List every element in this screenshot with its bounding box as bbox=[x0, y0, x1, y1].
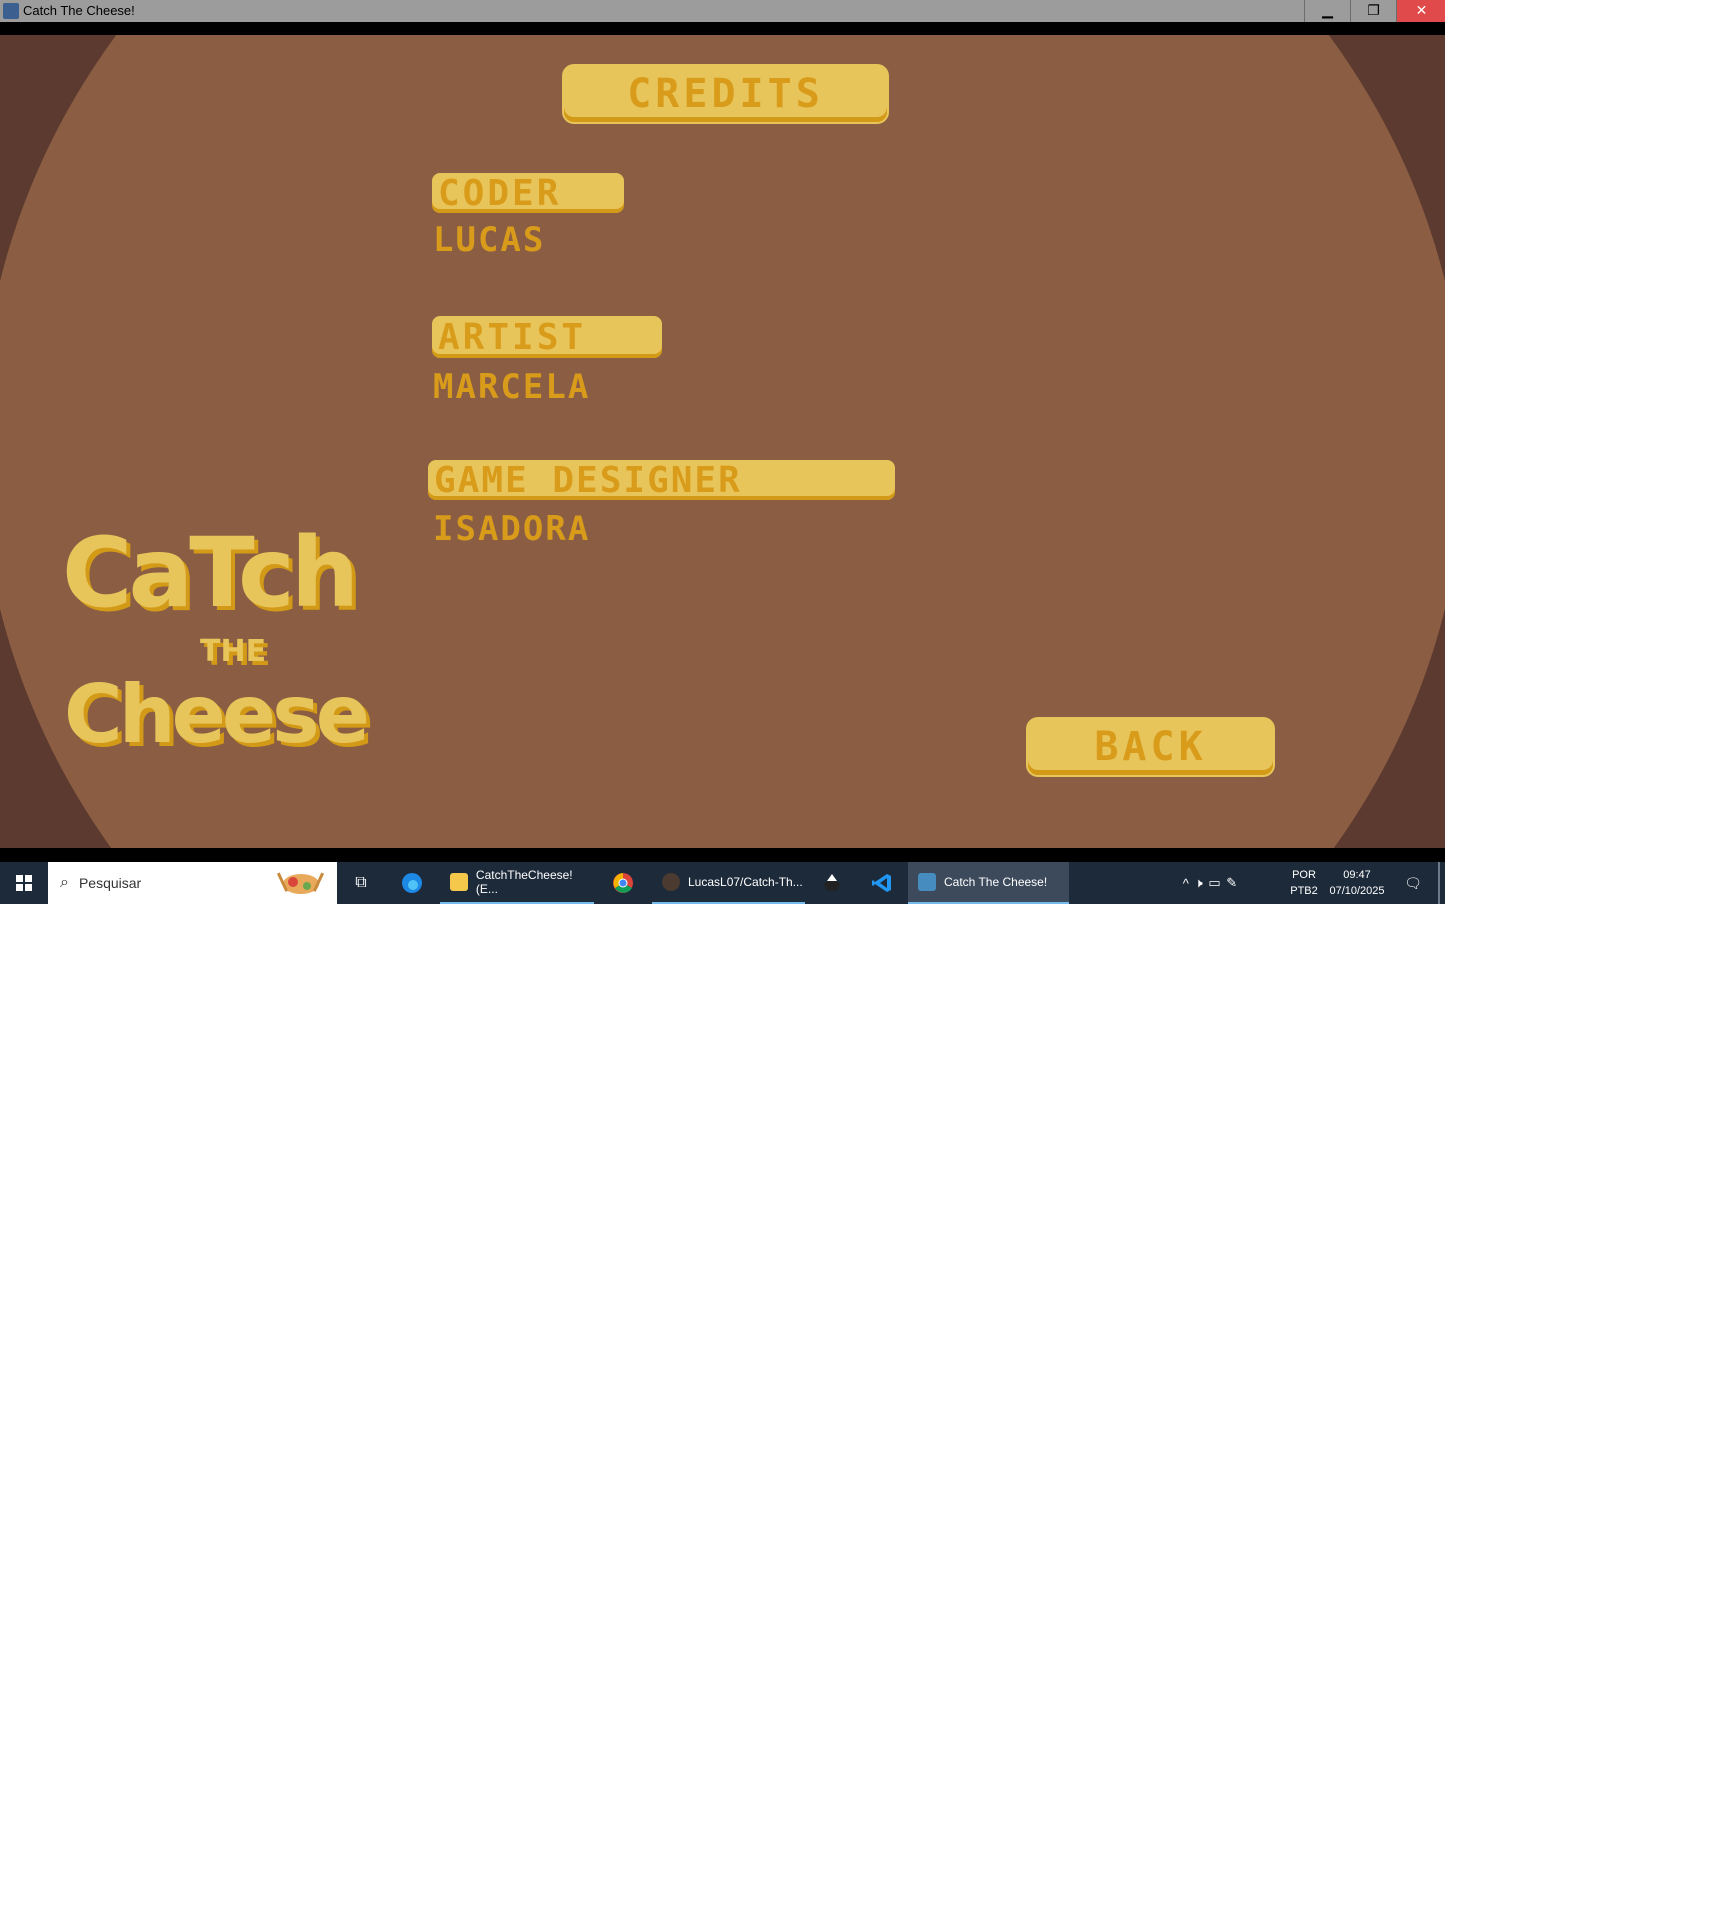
godot-icon bbox=[918, 873, 936, 891]
logo-word-cheese: Cheese bbox=[64, 668, 370, 761]
pen-icon[interactable]: ✎ bbox=[1226, 875, 1237, 891]
network-icon[interactable]: ▭ bbox=[1208, 875, 1220, 891]
role-label-artist: ARTIST bbox=[432, 316, 662, 358]
start-button[interactable] bbox=[0, 862, 48, 904]
game-viewport: CREDITS CODER LUCAS ARTIST MARCELA GAME … bbox=[0, 35, 1445, 848]
language-code: POR bbox=[1292, 868, 1316, 881]
system-tray: ^ 🕨 ▭ ✎ bbox=[1180, 862, 1240, 904]
window-titlebar[interactable]: Catch The Cheese! ▁ ❐ ✕ bbox=[0, 0, 1445, 22]
language-indicator[interactable]: POR PTB2 bbox=[1284, 862, 1324, 904]
folder-icon bbox=[450, 873, 468, 891]
clock-time: 09:47 bbox=[1343, 868, 1371, 881]
maximize-button[interactable]: ❐ bbox=[1350, 0, 1396, 22]
taskbar-app-catch-the-cheese[interactable]: Catch The Cheese! bbox=[908, 862, 1069, 904]
desktop-screen: Catch The Cheese! ▁ ❐ ✕ CREDITS CODER LU… bbox=[0, 0, 1445, 904]
window-title: Catch The Cheese! bbox=[23, 3, 135, 18]
credit-name-coder: LUCAS bbox=[433, 220, 546, 260]
back-button[interactable]: BACK bbox=[1028, 719, 1273, 775]
taskbar-clock[interactable]: 09:47 07/10/2025 bbox=[1324, 862, 1390, 904]
credit-name-game-designer: ISADORA bbox=[433, 509, 591, 549]
taskbar: ⌕ Pesquisar ⧉ CatchTheCheese!(E... Lucas… bbox=[0, 862, 1445, 904]
keyboard-layout: PTB2 bbox=[1290, 885, 1318, 897]
taskbar-search-box[interactable]: ⌕ Pesquisar bbox=[48, 862, 337, 904]
chrome-icon[interactable] bbox=[606, 862, 640, 904]
notification-center-icon[interactable]: 🗨 bbox=[1398, 862, 1428, 904]
role-label-coder: CODER bbox=[432, 173, 624, 214]
edge-browser-icon[interactable] bbox=[395, 862, 429, 904]
search-highlight-illustration bbox=[276, 872, 325, 894]
inkscape-icon[interactable] bbox=[815, 862, 849, 904]
role-label-game-designer: GAME DESIGNER bbox=[428, 460, 895, 501]
godot-app-icon bbox=[3, 3, 19, 19]
search-icon: ⌕ bbox=[60, 874, 69, 891]
logo-word-catch: CaTch bbox=[62, 517, 359, 629]
search-placeholder: Pesquisar bbox=[78, 875, 142, 891]
minimize-button[interactable]: ▁ bbox=[1304, 0, 1350, 22]
vscode-icon[interactable] bbox=[865, 862, 899, 904]
clock-date: 07/10/2025 bbox=[1329, 885, 1385, 897]
task-view-icon[interactable]: ⧉ bbox=[344, 862, 378, 904]
taskbar-app-label: CatchTheCheese!(E... bbox=[475, 868, 573, 896]
speaker-muted-icon[interactable]: 🕨 bbox=[1195, 875, 1203, 891]
chevron-up-icon[interactable]: ^ bbox=[1183, 876, 1189, 891]
windows-icon bbox=[16, 875, 32, 891]
taskbar-app-github-page[interactable]: LucasL07/Catch-Th... bbox=[652, 862, 805, 904]
credits-title-button[interactable]: CREDITS bbox=[564, 66, 887, 122]
taskbar-app-file-explorer[interactable]: CatchTheCheese!(E... bbox=[440, 862, 594, 904]
credit-name-artist: MARCELA bbox=[433, 367, 591, 407]
show-desktop-button[interactable] bbox=[1438, 862, 1440, 904]
taskbar-app-label: LucasL07/Catch-Th... bbox=[688, 875, 803, 889]
taskbar-app-label: Catch The Cheese! bbox=[944, 875, 1048, 889]
game-logo: CaTch THE Cheese bbox=[62, 525, 372, 795]
logo-word-the: THE bbox=[200, 634, 267, 669]
github-icon bbox=[662, 873, 680, 891]
close-button[interactable]: ✕ bbox=[1396, 0, 1445, 22]
